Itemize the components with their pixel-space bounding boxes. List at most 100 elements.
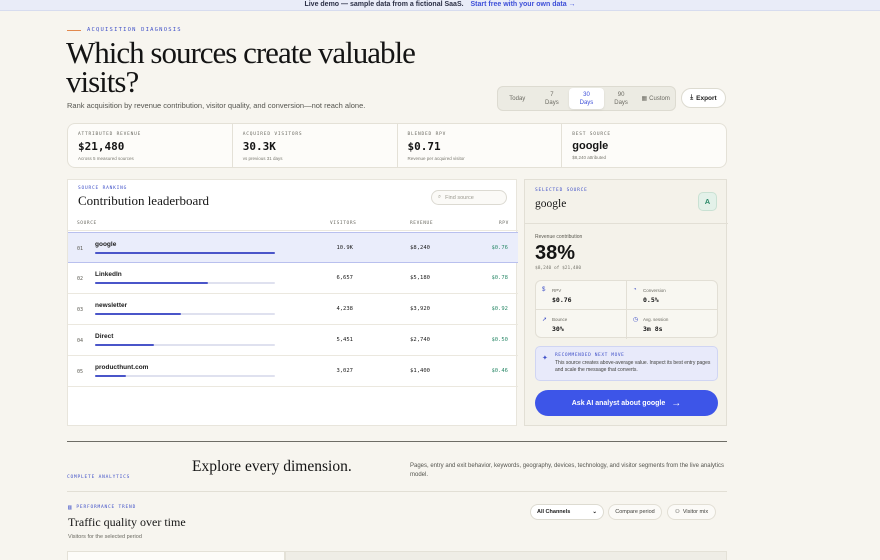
column-header-visitors[interactable]: VISITORS xyxy=(330,221,356,226)
range-option-custom[interactable]: ▦ Custom xyxy=(638,88,673,109)
range-option-label: Today xyxy=(509,95,526,102)
target-icon: ◔ xyxy=(633,287,637,293)
section-divider xyxy=(67,441,727,442)
column-header-source[interactable]: SOURCE xyxy=(77,221,97,226)
row-rpv: $0.76 xyxy=(491,245,508,251)
kpi-value: $0.71 xyxy=(407,140,441,153)
kpi-label: ATTRIBUTED REVENUE xyxy=(78,132,142,137)
row-visitors: 3,027 xyxy=(336,368,353,374)
calendar-icon: ▦ xyxy=(641,95,648,102)
row-source-name: google xyxy=(95,241,117,248)
export-button[interactable]: ⤓ Export xyxy=(681,88,726,108)
row-revenue: $3,920 xyxy=(410,306,430,312)
users-icon: ⚇ xyxy=(674,509,680,515)
metric-value: 0.5% xyxy=(643,296,659,304)
row-source-name: newsletter xyxy=(95,302,128,309)
kpi-best-source: BEST SOURCE google $8,240 attributed xyxy=(562,124,726,167)
row-source-name: LinkedIn xyxy=(95,271,122,278)
recommendation-tag: RECOMMENDED NEXT MOVE xyxy=(555,353,625,358)
kpi-value: 30.3K xyxy=(242,140,276,153)
contribution-leaderboard: SOURCE RANKING Contribution leaderboard … xyxy=(67,179,518,426)
range-option-label: Custom xyxy=(649,95,670,102)
row-revenue: $8,240 xyxy=(410,245,430,251)
table-row[interactable]: 03 newsletter 4,238 $3,920 $0.92 xyxy=(68,294,518,325)
leaderboard-tag: SOURCE RANKING xyxy=(78,186,128,191)
metric-value: $0.76 xyxy=(552,296,572,304)
kpi-label: ACQUIRED VISITORS xyxy=(242,132,303,137)
dollar-icon: $ xyxy=(542,287,546,293)
banner-message: Live demo — sample data from a fictional… xyxy=(304,1,464,8)
range-option-today[interactable]: Today xyxy=(500,88,535,109)
clock-icon: ◷ xyxy=(633,317,639,323)
source-search-input[interactable]: ⌕ Find source xyxy=(431,190,507,205)
range-option-unit: Days xyxy=(579,99,594,106)
metric-label: Avg. session xyxy=(643,317,669,322)
share-bar-fill xyxy=(95,282,209,284)
download-icon: ⤓ xyxy=(690,94,694,101)
page-title: Which sources create valuable visits? xyxy=(66,35,416,99)
kpi-attributed-revenue: ATTRIBUTED REVENUE $21,480 Across 5 meas… xyxy=(68,124,233,167)
row-rank: 04 xyxy=(77,338,84,344)
compare-period-button[interactable]: Compare period xyxy=(608,504,662,520)
contribution-label: Revenue contribution xyxy=(535,234,583,240)
table-row[interactable]: 04 Direct 5,451 $2,740 $0.50 xyxy=(68,325,518,356)
kpi-note: $8,240 attributed xyxy=(572,155,607,160)
row-visitors: 5,451 xyxy=(336,337,353,343)
row-source-name: Direct xyxy=(95,333,114,340)
metric-conversion: ◔ Conversion 0.5% xyxy=(627,281,718,310)
range-option-30-days[interactable]: 30 Days xyxy=(569,88,604,109)
recommendation-card: ✦ RECOMMENDED NEXT MOVE This source crea… xyxy=(535,346,718,381)
chevron-down-icon: ⌄ xyxy=(592,509,597,515)
row-rpv: $0.92 xyxy=(491,306,508,312)
row-visitors: 10.9K xyxy=(336,245,353,251)
banner-cta-link[interactable]: Start free with your own data → xyxy=(471,1,576,8)
range-option-7-days[interactable]: 7 Days xyxy=(535,88,570,109)
detail-divider xyxy=(525,223,728,224)
share-bar-track xyxy=(95,344,275,346)
row-revenue: $1,400 xyxy=(410,368,430,374)
range-option-90-days[interactable]: 90 Days xyxy=(604,88,639,109)
row-revenue: $5,180 xyxy=(410,275,430,281)
page-subtitle: Rank acquisition by revenue contribution… xyxy=(67,101,366,110)
contribution-note: $8,240 of $21,480 xyxy=(535,266,582,271)
selected-source-name: google xyxy=(535,198,567,210)
eyebrow-rule xyxy=(67,29,81,31)
chart-panel-left xyxy=(67,551,285,560)
channel-select[interactable]: All Channels ⌄ xyxy=(530,504,604,520)
metric-label: Conversion xyxy=(643,288,666,293)
column-header-revenue[interactable]: REVENUE xyxy=(410,221,433,226)
chart-panel-right xyxy=(285,551,727,560)
range-option-unit: Days xyxy=(614,99,628,106)
range-option-label: 30 xyxy=(583,91,590,98)
range-option-label: 7 xyxy=(550,91,554,98)
visitor-mix-button[interactable]: ⚇ Visitor mix xyxy=(667,504,716,520)
row-revenue: $2,740 xyxy=(410,337,430,343)
table-row[interactable]: 01 google 10.9K $8,240 $0.76 xyxy=(68,232,518,263)
share-bar-track xyxy=(95,252,275,254)
kpi-label: BEST SOURCE xyxy=(572,132,611,137)
metric-rpv: $ RPV $0.76 xyxy=(536,281,627,310)
row-source-name: producthunt.com xyxy=(95,364,149,371)
table-row[interactable]: 05 producthunt.com 3,027 $1,400 $0.46 xyxy=(68,356,518,387)
search-icon: ⌕ xyxy=(438,194,442,200)
kpi-note: Across 5 measured sources xyxy=(78,156,134,161)
metric-value: 30% xyxy=(552,325,564,333)
detail-tag: SELECTED SOURCE xyxy=(535,188,588,193)
range-option-label: 90 xyxy=(617,91,625,98)
column-header-rpv[interactable]: RPV xyxy=(499,221,509,226)
table-row[interactable]: 02 LinkedIn 6,657 $5,180 $0.78 xyxy=(68,263,518,294)
row-rank: 03 xyxy=(77,307,84,313)
search-placeholder: Find source xyxy=(445,194,474,201)
demo-banner: Live demo — sample data from a fictional… xyxy=(0,0,880,11)
kpi-label: BLENDED RPV xyxy=(407,132,447,137)
share-bar-track xyxy=(95,313,275,315)
chart-icon: ▥ xyxy=(68,504,73,511)
row-rpv: $0.46 xyxy=(491,368,508,374)
table-header: SOURCE VISITORS REVENUE RPV xyxy=(68,219,518,231)
ask-ai-analyst-button[interactable]: Ask AI analyst about google → xyxy=(535,390,718,416)
section-divider-light xyxy=(67,491,727,492)
kpi-note: Revenue per acquired visitor xyxy=(407,156,465,161)
analytics-description: Pages, entry and exit behavior, keywords… xyxy=(410,463,724,478)
kpi-value: google xyxy=(572,140,609,152)
kpi-strip: ATTRIBUTED REVENUE $21,480 Across 5 meas… xyxy=(67,123,727,168)
